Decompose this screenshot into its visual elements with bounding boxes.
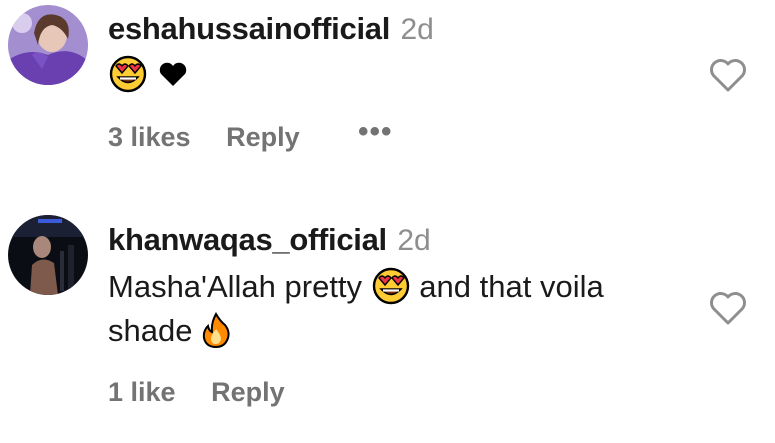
comment-actions: 1 like Reply (108, 379, 285, 406)
comment-text (108, 53, 189, 97)
black-heart-emoji (157, 58, 189, 90)
heart-eyes-emoji (108, 54, 148, 94)
likes-count[interactable]: 3 likes (108, 122, 191, 152)
timestamp[interactable]: 2d (397, 224, 430, 257)
avatar[interactable] (8, 5, 88, 85)
reply-button[interactable]: Reply (211, 377, 285, 407)
comment-actions: 3 likes Reply ••• (108, 117, 392, 152)
timestamp[interactable]: 2d (400, 13, 433, 46)
username[interactable]: khanwaqas_official (108, 222, 387, 257)
more-options-icon[interactable]: ••• (358, 117, 393, 147)
comment-header: khanwaqas_official 2d (108, 224, 431, 256)
comment-text: Masha'Allah pretty and that voila shade (108, 265, 708, 353)
likes-count[interactable]: 1 like (108, 377, 176, 407)
heart-outline-icon[interactable] (707, 288, 749, 328)
comment-text-part: shade (108, 313, 193, 348)
heart-eyes-emoji (371, 266, 411, 306)
fire-emoji (201, 311, 231, 349)
avatar[interactable] (8, 215, 88, 295)
username[interactable]: eshahussainofficial (108, 11, 390, 46)
comment-text-part: Masha'Allah pretty (108, 269, 363, 304)
comment-header: eshahussainofficial 2d (108, 13, 434, 45)
heart-outline-icon[interactable] (707, 55, 749, 95)
comment-item: khanwaqas_official 2d Masha'Allah pretty… (0, 200, 775, 443)
reply-button[interactable]: Reply (226, 122, 300, 152)
comment-item: eshahussainofficial 2d 3 likes Reply ••• (0, 0, 775, 200)
comment-text-part: and that voila (419, 269, 604, 304)
